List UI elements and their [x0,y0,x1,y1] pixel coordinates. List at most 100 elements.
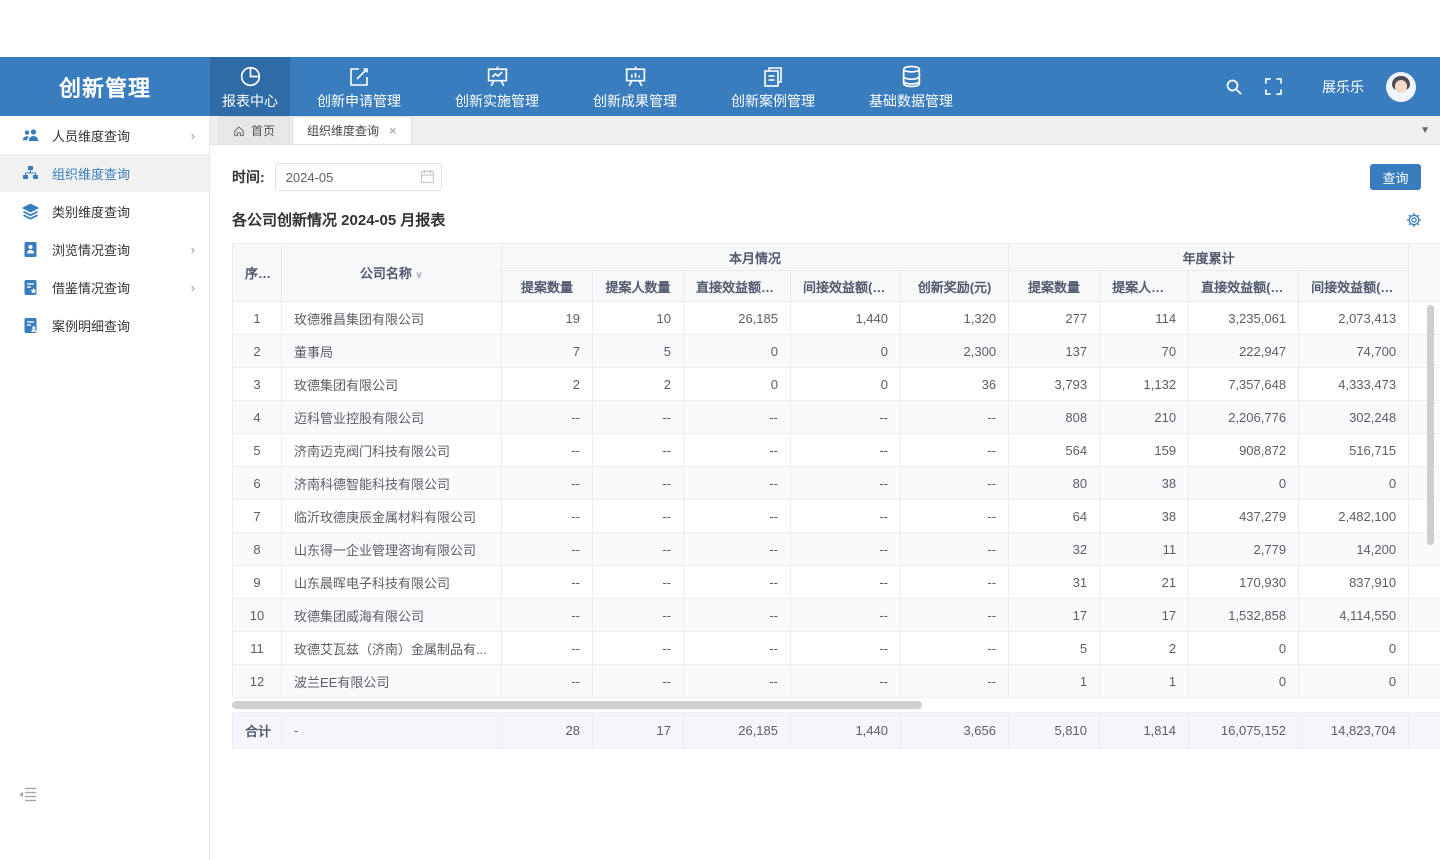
sidebar-item-org-dimension[interactable]: 组织维度查询 [0,154,209,192]
cell-company: 临沂玫德庚辰金属材料有限公司 [282,500,502,533]
top-nav: 报表中心 创新申请管理 创新实施管理 [210,57,980,116]
fullscreen-icon[interactable] [1265,78,1282,95]
nav-item-innovation-implement[interactable]: 创新实施管理 [428,57,566,116]
gear-icon[interactable] [1406,212,1422,228]
table-row: 1玫德雅昌集团有限公司191026,1851,4401,3202771143,2… [233,302,1440,335]
tab-org-dimension[interactable]: 组织维度查询 × [292,116,412,144]
cell-year-value: 0 [1189,665,1299,698]
cell-company: 董事局 [282,335,502,368]
cell-month-value: 26,185 [684,302,791,335]
tab-label: 组织维度查询 [307,122,379,139]
cell-extra [1409,335,1440,368]
nav-item-base-data[interactable]: 基础数据管理 [842,57,980,116]
col-seq: 序号 [233,244,282,302]
query-button[interactable]: 查询 [1370,164,1421,190]
cell-month-value: -- [502,467,593,500]
cell-company: 山东晨晖电子科技有限公司 [282,566,502,599]
report-title-row: 各公司创新情况 2024-05 月报表 [232,209,1440,230]
sidebar-item-label: 浏览情况查询 [52,240,130,259]
cell-month-value: 2 [593,368,684,401]
cell-month-value: -- [901,533,1009,566]
cell-year-value: 14,200 [1299,533,1409,566]
tab-list-chevron-down-icon[interactable]: ▼ [1420,116,1430,144]
collapse-sidebar-icon[interactable] [18,787,37,802]
cell-year-value: 3,793 [1009,368,1100,401]
cell-year-value: 1 [1100,665,1189,698]
cell-month-value: -- [502,533,593,566]
horizontal-scrollbar-thumb[interactable] [232,701,922,709]
cell-month-value: -- [791,467,901,500]
cell-year-value: 302,248 [1299,401,1409,434]
horizontal-scrollbar-track [232,698,1440,712]
search-icon[interactable] [1225,78,1243,96]
cell-month-value: -- [502,566,593,599]
sidebar-item-case-detail[interactable]: 案例明细查询 [0,306,209,344]
sort-chevron-down-icon[interactable]: ∨ [415,270,423,281]
cell-year-value: 0 [1189,632,1299,665]
cell-month-value: -- [593,665,684,698]
cell-company: 济南科德智能科技有限公司 [282,467,502,500]
cell-year-value: 170,930 [1189,566,1299,599]
report-table-wrap: 序号 公司名称∨ 本月情况 年度累计 提案数量 提案人数量 直接效益额(元) [232,243,1440,749]
home-icon [233,125,245,137]
cell-month-value: -- [684,665,791,698]
database-icon [899,63,924,89]
tab-home[interactable]: 首页 [218,116,290,144]
cell-company: 玫德集团有限公司 [282,368,502,401]
cell-year-value: 7,357,648 [1189,368,1299,401]
cell-month-value: -- [502,434,593,467]
avatar-face [1395,80,1407,93]
cell-month-value: 10 [593,302,684,335]
cell-month-value: 2,300 [901,335,1009,368]
nav-item-innovation-achievement[interactable]: 创新成果管理 [566,57,704,116]
cell-month-value: -- [593,434,684,467]
cell-year-value: 16,075,152 [1189,713,1299,749]
cell-year-value: 74,700 [1299,335,1409,368]
sidebar-item-browse-status[interactable]: 浏览情况查询 › [0,230,209,268]
avatar[interactable] [1386,72,1416,102]
cell-month-value: -- [791,434,901,467]
cell-month-value: -- [502,401,593,434]
time-input[interactable] [275,163,442,191]
cell-month-value: -- [684,566,791,599]
cell-year-value: 2,073,413 [1299,302,1409,335]
cell-month-value: 1,320 [901,302,1009,335]
cell-month-value: -- [593,632,684,665]
close-icon[interactable]: × [389,123,397,138]
people-icon [22,127,39,144]
sidebar-item-category-dimension[interactable]: 类别维度查询 [0,192,209,230]
cell-extra [1409,368,1440,401]
nav-item-innovation-apply[interactable]: 创新申请管理 [290,57,428,116]
table-row: 9山东晨晖电子科技有限公司----------3121170,930837,91… [233,566,1440,599]
cell-month-value: -- [901,632,1009,665]
cell-year-value: 4,333,473 [1299,368,1409,401]
cell-month-value: -- [901,467,1009,500]
cell-month-value: -- [684,500,791,533]
cell-company: 济南迈克阀门科技有限公司 [282,434,502,467]
nav-item-innovation-case[interactable]: 创新案例管理 [704,57,842,116]
cell-month-value: 5 [593,335,684,368]
col-year-proposers: 提案人数量 [1100,271,1189,302]
pie-chart-icon [238,63,263,89]
table-row: 11玫德艾瓦兹（济南）金属制品有...----------5200 [233,632,1440,665]
time-label: 时间: [232,167,265,187]
cell-year-value: 159 [1100,434,1189,467]
cell-month-value: 28 [502,713,593,749]
sidebar-item-person-dimension[interactable]: 人员维度查询 › [0,116,209,154]
tab-label: 首页 [251,122,275,139]
cell-month-value: -- [791,632,901,665]
cell-month-value: -- [901,434,1009,467]
cell-extra [1409,467,1440,500]
edit-icon [347,63,371,89]
cell-extra [1409,302,1440,335]
cell-month-value: 0 [684,368,791,401]
cell-company: 波兰EE有限公司 [282,665,502,698]
user-name[interactable]: 展乐乐 [1322,77,1364,97]
sidebar-item-reference-status[interactable]: 借鉴情况查询 › [0,268,209,306]
vertical-scrollbar-thumb[interactable] [1427,305,1434,545]
table-body: 1玫德雅昌集团有限公司191026,1851,4401,3202771143,2… [233,302,1440,698]
nav-item-report-center[interactable]: 报表中心 [210,57,290,116]
cell-company: 玫德集团威海有限公司 [282,599,502,632]
cell-year-value: 808 [1009,401,1100,434]
cell-company: 玫德雅昌集团有限公司 [282,302,502,335]
